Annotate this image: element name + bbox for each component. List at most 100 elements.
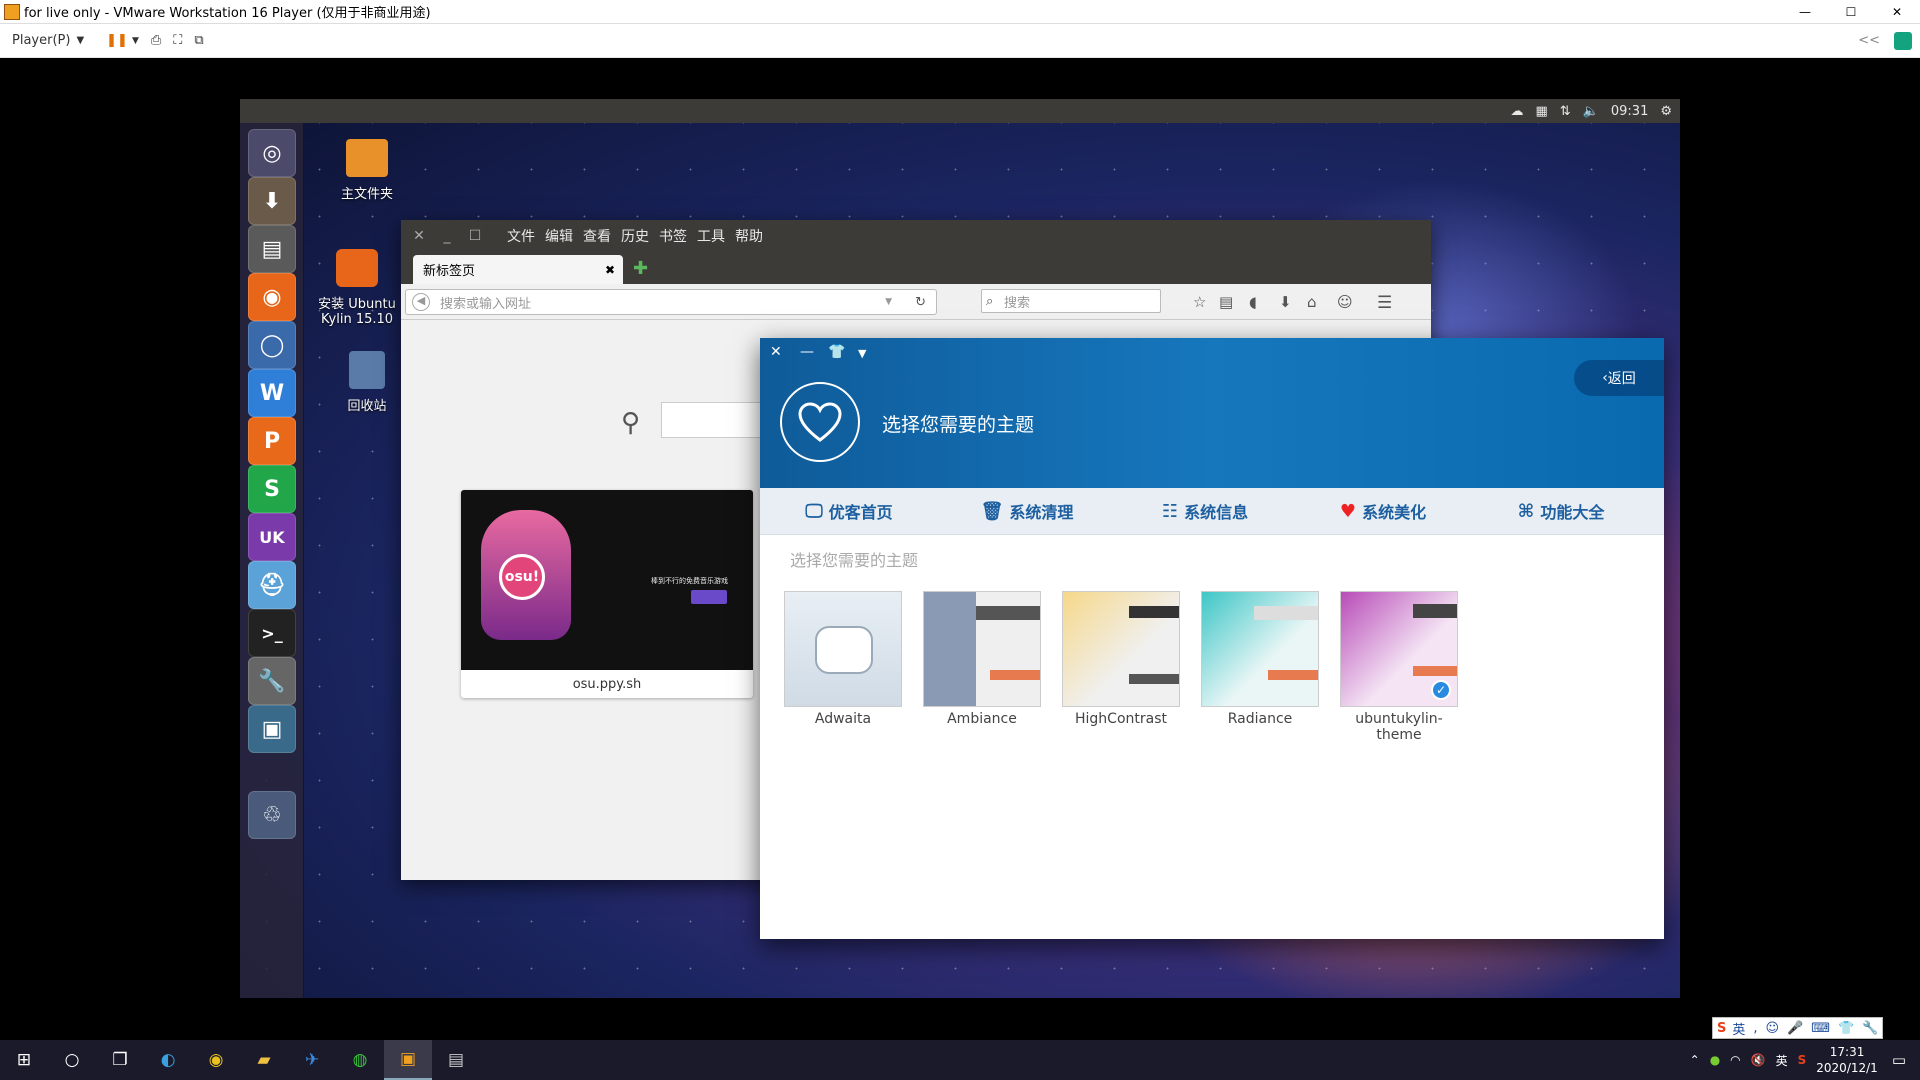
unity-button[interactable]: ⧉ (194, 33, 203, 48)
install-desktop-icon[interactable]: 安装 Ubuntu Kylin 15.10 (312, 249, 402, 327)
tab-new-tab[interactable]: 新标签页 ✖ (413, 255, 623, 284)
wps-writer-icon[interactable]: W (248, 369, 296, 417)
home-icon[interactable]: ⌂ (1307, 293, 1317, 311)
home-folder-desktop-icon[interactable]: 主文件夹 (332, 139, 402, 202)
file-explorer-icon[interactable]: ▰ (240, 1040, 288, 1080)
sogou-icon[interactable]: S (1798, 1053, 1807, 1067)
software-center-icon[interactable]: ▣ (248, 705, 296, 753)
settings-icon[interactable]: 🔧 (248, 657, 296, 705)
calendar-icon[interactable]: ▦ (1535, 104, 1547, 119)
bookmarks-library-icon[interactable]: ▤ (1219, 293, 1233, 311)
wps-spreadsheet-icon[interactable]: S (248, 465, 296, 513)
punctuation-icon[interactable]: , (1753, 1021, 1757, 1036)
360-browser-icon[interactable]: ◍ (336, 1040, 384, 1080)
theme-adwaita[interactable]: Adwaita (784, 591, 902, 727)
chat-icon[interactable]: ☺ (1337, 293, 1353, 311)
maximize-icon[interactable]: ☐ (1828, 0, 1874, 24)
gear-icon[interactable]: ⚙ (1660, 104, 1672, 119)
close-icon[interactable]: ✕ (770, 344, 782, 360)
chevron-down-icon[interactable]: ▼ (885, 297, 892, 307)
tab-features[interactable]: ⌘ 功能大全 (1472, 499, 1650, 523)
terminal-icon[interactable]: >_ (248, 609, 296, 657)
fullscreen-button[interactable]: ⛶ (173, 33, 182, 48)
theme-highcontrast[interactable]: HighContrast (1062, 591, 1180, 727)
start-icon[interactable]: ⊞ (0, 1040, 48, 1080)
back-button[interactable]: ‹ 返回 (1574, 360, 1664, 396)
new-tab-icon[interactable]: ✚ (633, 258, 648, 279)
tab-home[interactable]: 🖵 优客首页 (760, 499, 938, 523)
menu-tools[interactable]: 工具 (697, 226, 725, 246)
back-icon[interactable]: ◀ (412, 293, 430, 311)
keyboard-icon[interactable]: ⌨ (1811, 1021, 1830, 1036)
pocket-icon[interactable]: ◖ (1249, 293, 1257, 311)
emoji-icon[interactable]: ☺ (1766, 1021, 1780, 1036)
vmware-taskbar-icon[interactable]: ▣ (384, 1040, 432, 1080)
indicator-icon[interactable]: ☁ (1510, 104, 1523, 119)
send-ctrl-alt-del-button[interactable]: ⎙ (151, 33, 161, 48)
trash-icon[interactable]: ♲ (248, 791, 296, 839)
app-window-icon[interactable]: ▤ (432, 1040, 480, 1080)
chrome-icon[interactable]: ◉ (192, 1040, 240, 1080)
panel-clock[interactable]: 09:31 (1611, 104, 1648, 119)
reload-icon[interactable]: ↻ (915, 295, 926, 310)
bookmark-star-icon[interactable]: ☆ (1193, 293, 1206, 311)
wifi-icon[interactable]: ◠ (1730, 1053, 1740, 1067)
tools-icon[interactable]: 🔧 (1862, 1021, 1878, 1036)
close-icon[interactable]: ✕ (1874, 0, 1920, 24)
collapse-button[interactable]: << (1858, 33, 1880, 48)
files-icon[interactable]: ▤ (248, 225, 296, 273)
input-language[interactable]: 英 (1776, 1052, 1788, 1069)
tab-beautify[interactable]: ♥ 系统美化 (1294, 499, 1472, 523)
skin-icon[interactable]: 👕 (828, 344, 845, 360)
menu-edit[interactable]: 编辑 (545, 226, 573, 246)
theme-ambiance[interactable]: Ambiance (923, 591, 1041, 727)
search-icon[interactable]: ○ (48, 1040, 96, 1080)
menu-dropdown-icon[interactable]: ▼ (858, 347, 866, 360)
tray-app-icon[interactable]: ● (1710, 1053, 1720, 1067)
minimize-icon[interactable]: — (800, 344, 814, 360)
volume-icon[interactable]: 🔈 (1583, 104, 1599, 119)
theme-radiance[interactable]: Radiance (1201, 591, 1319, 727)
tab-cleanup[interactable]: 🗑 系统清理 (938, 499, 1116, 523)
volume-muted-icon[interactable]: 🔇 (1751, 1053, 1766, 1067)
close-tab-icon[interactable]: ✖ (605, 263, 615, 277)
url-input[interactable]: ◀ 搜索或输入网址 ▼ ↻ (405, 289, 937, 315)
youker-assistant-icon[interactable]: ⛑ (248, 561, 296, 609)
trash-desktop-icon[interactable]: 回收站 (332, 351, 402, 414)
close-icon[interactable]: ✕ (409, 228, 429, 244)
task-view-icon[interactable]: ❐ (96, 1040, 144, 1080)
message-icon[interactable] (1894, 31, 1912, 50)
download-icon[interactable]: ⬇ (1279, 293, 1292, 311)
menu-help[interactable]: 帮助 (735, 226, 763, 246)
menu-bookmarks[interactable]: 书签 (659, 226, 687, 246)
wps-presentation-icon[interactable]: P (248, 417, 296, 465)
notification-icon[interactable]: ▭ (1892, 1051, 1906, 1069)
minimize-icon[interactable]: _ (437, 228, 457, 244)
ubuntukylin-icon[interactable]: UK (248, 513, 296, 561)
menu-view[interactable]: 查看 (583, 226, 611, 246)
skin-icon[interactable]: 👕 (1838, 1021, 1854, 1036)
dash-icon[interactable]: ◎ (248, 129, 296, 177)
mic-icon[interactable]: 🎤 (1787, 1021, 1803, 1036)
edge-icon[interactable]: ◐ (144, 1040, 192, 1080)
search-input[interactable]: ⌕ 搜索 (981, 289, 1161, 313)
pause-button[interactable]: ❚❚ ▼ (106, 33, 139, 48)
feishu-icon[interactable]: ✈ (288, 1040, 336, 1080)
chromium-icon[interactable]: ◯ (248, 321, 296, 369)
chevron-up-icon[interactable]: ⌃ (1690, 1053, 1700, 1067)
minimize-icon[interactable]: — (1782, 0, 1828, 24)
menu-history[interactable]: 历史 (621, 226, 649, 246)
ime-toolbar[interactable]: S 英 , ☺ 🎤 ⌨ 👕 🔧 (1712, 1017, 1884, 1039)
tab-system-info[interactable]: ☷ 系统信息 (1116, 499, 1294, 523)
player-menu[interactable]: Player(P) ▼ (12, 33, 84, 48)
network-icon[interactable]: ⇅ (1560, 104, 1571, 119)
menu-icon[interactable]: ☰ (1377, 293, 1392, 313)
clock[interactable]: 17:31 2020/12/1 (1816, 1044, 1878, 1076)
ime-language[interactable]: 英 (1732, 1019, 1745, 1038)
firefox-icon[interactable]: ◉ (248, 273, 296, 321)
installer-icon[interactable]: ⬇ (248, 177, 296, 225)
maximize-icon[interactable]: ☐ (465, 228, 485, 244)
guest-desktop[interactable]: ☁ ▦ ⇅ 🔈 09:31 ⚙ ◎ ⬇ ▤ ◉ ◯ W P S UK ⛑ >_ … (240, 99, 1680, 998)
menu-file[interactable]: 文件 (507, 226, 535, 246)
theme-ubuntukylin[interactable]: ✓ ubuntukylin-theme (1340, 591, 1458, 743)
